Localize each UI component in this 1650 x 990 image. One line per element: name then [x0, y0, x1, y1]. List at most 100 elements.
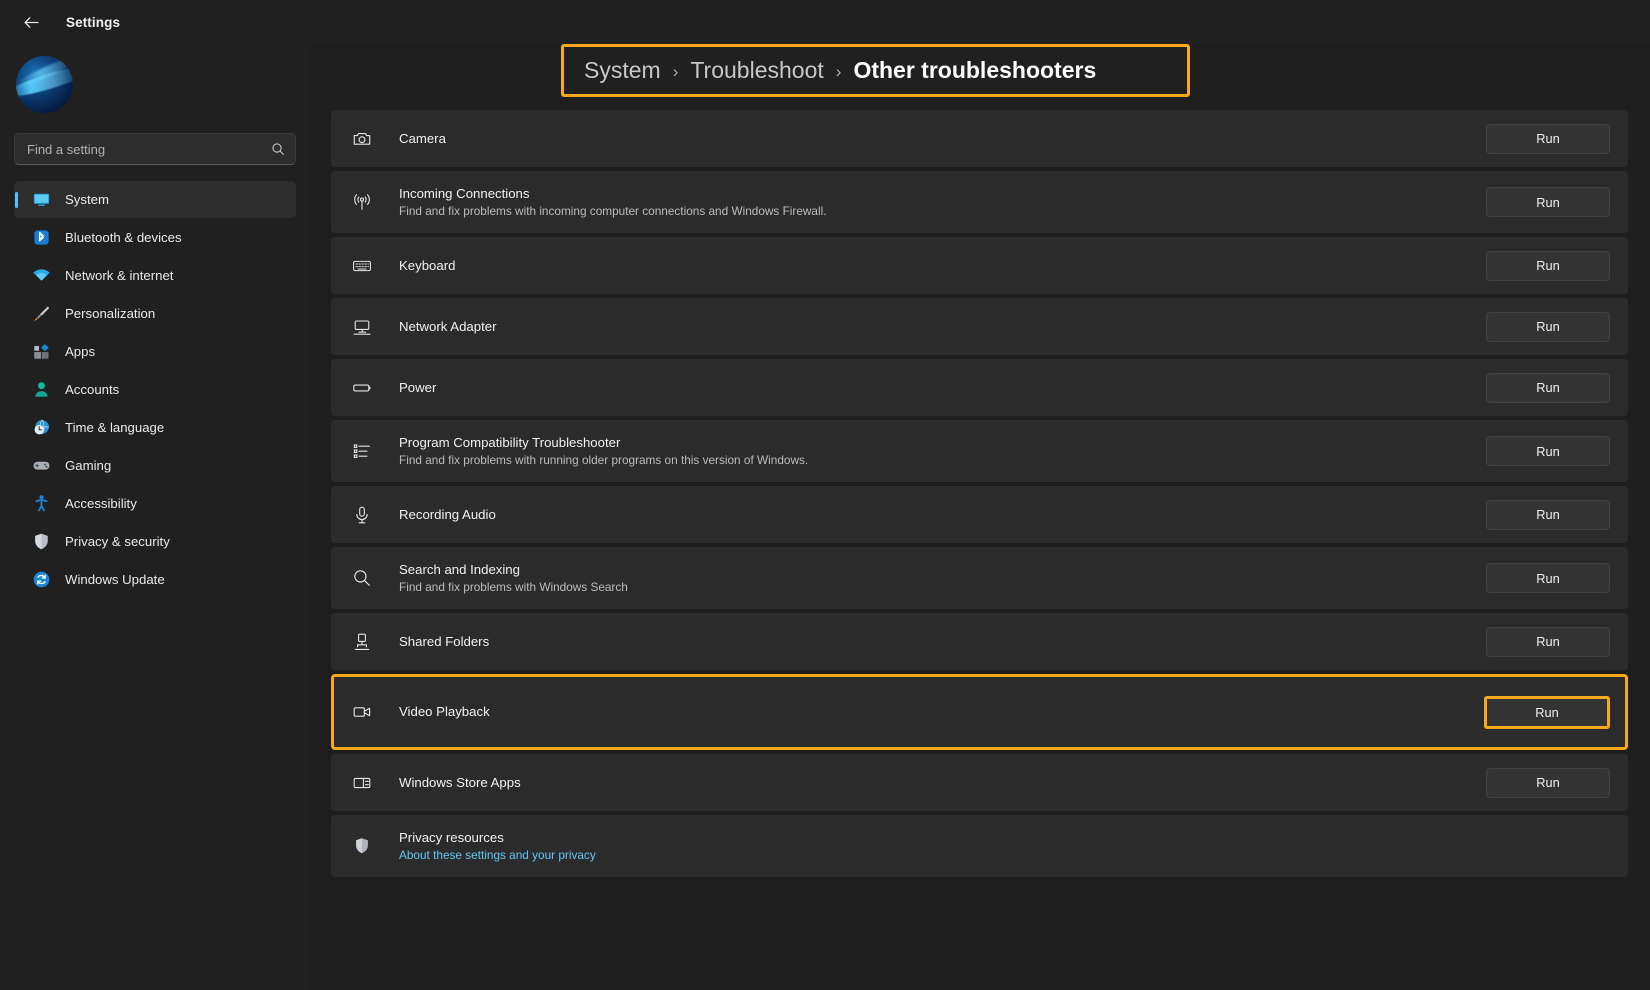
- accessibility-icon: [32, 494, 51, 513]
- sidebar-item-network-internet[interactable]: Network & internet: [14, 257, 296, 294]
- row-text: Network Adapter: [399, 319, 1486, 335]
- sidebar-item-label: Personalization: [65, 305, 156, 321]
- breadcrumb-system[interactable]: System: [584, 57, 661, 84]
- table-row[interactable]: Network Adapter Run: [331, 298, 1628, 355]
- run-button[interactable]: Run: [1486, 123, 1610, 154]
- gamepad-icon: [32, 456, 51, 475]
- battery-icon: [351, 377, 373, 399]
- refresh-icon: [32, 570, 51, 589]
- list-icon: [351, 440, 373, 462]
- microphone-icon: [351, 504, 373, 526]
- row-subtitle: Find and fix problems with incoming comp…: [399, 204, 827, 219]
- network-adapter-icon: [351, 316, 373, 338]
- row-title: Search and Indexing: [399, 561, 520, 577]
- table-row[interactable]: Search and Indexing Find and fix problem…: [331, 547, 1628, 609]
- row-subtitle: Find and fix problems with running older…: [399, 453, 809, 468]
- breadcrumb-troubleshoot[interactable]: Troubleshoot: [690, 57, 823, 84]
- sidebar-item-label: Accounts: [65, 381, 120, 397]
- table-row[interactable]: Windows Store Apps Run: [331, 754, 1628, 811]
- sidebar-item-windows-update[interactable]: Windows Update: [14, 561, 296, 598]
- sidebar-item-time-language[interactable]: Time & language: [14, 409, 296, 446]
- row-subtitle: Find and fix problems with Windows Searc…: [399, 580, 628, 595]
- troubleshooters-list: Camera Run Incoming Connections Find and…: [324, 110, 1642, 877]
- row-text: Recording Audio: [399, 507, 1486, 523]
- row-title: Video Playback: [399, 704, 490, 720]
- keyboard-icon: [351, 255, 373, 277]
- troubleshooters-scroll[interactable]: Camera Run Incoming Connections Find and…: [324, 110, 1650, 990]
- camera-icon: [351, 128, 373, 150]
- wifi-icon: [32, 266, 51, 285]
- row-title: Power: [399, 379, 437, 395]
- row-text: Incoming Connections Find and fix proble…: [399, 186, 1486, 219]
- run-button[interactable]: Run: [1486, 563, 1610, 593]
- store-app-icon: [351, 772, 373, 794]
- avatar[interactable]: [16, 56, 73, 113]
- row-title: Camera: [399, 130, 446, 146]
- paintbrush-icon: [32, 304, 51, 323]
- row-text: Search and Indexing Find and fix problem…: [399, 562, 1486, 595]
- sidebar-item-bluetooth-devices[interactable]: Bluetooth & devices: [14, 219, 296, 256]
- run-button[interactable]: Run: [1486, 187, 1610, 217]
- sidebar-item-privacy-security[interactable]: Privacy & security: [14, 523, 296, 560]
- sidebar-item-gaming[interactable]: Gaming: [14, 447, 296, 484]
- chevron-right-icon-2: ›: [835, 61, 842, 81]
- back-button[interactable]: [14, 7, 48, 37]
- table-row[interactable]: Incoming Connections Find and fix proble…: [331, 171, 1628, 233]
- sidebar-item-personalization[interactable]: Personalization: [14, 295, 296, 332]
- table-row[interactable]: Camera Run: [331, 110, 1628, 167]
- sidebar-item-label: Time & language: [65, 419, 165, 435]
- row-text: Privacy resources About these settings a…: [399, 830, 1486, 863]
- table-row[interactable]: Shared Folders Run: [331, 613, 1628, 670]
- table-row[interactable]: Program Compatibility Troubleshooter Fin…: [331, 420, 1628, 482]
- run-button[interactable]: Run: [1486, 436, 1610, 466]
- run-button[interactable]: Run: [1486, 372, 1610, 403]
- search-box[interactable]: [14, 133, 296, 165]
- run-button-highlighted[interactable]: Run: [1484, 695, 1610, 729]
- privacy-resources-row[interactable]: Privacy resources About these settings a…: [331, 815, 1628, 877]
- main-content: Camera Run Incoming Connections Find and…: [310, 44, 1650, 990]
- row-text: Camera: [399, 131, 1486, 147]
- sidebar-item-label: System: [65, 191, 109, 207]
- sidebar-item-accounts[interactable]: Accounts: [14, 371, 296, 408]
- row-title: Program Compatibility Troubleshooter: [399, 434, 621, 450]
- run-button[interactable]: Run: [1486, 626, 1610, 657]
- search-icon: [351, 567, 373, 589]
- sidebar-item-label: Privacy & security: [65, 533, 170, 549]
- person-icon: [32, 380, 51, 399]
- sidebar-nav: System Bluetooth & devices Network & int…: [14, 181, 296, 598]
- back-arrow-icon: [23, 16, 39, 28]
- broadcast-icon: [351, 191, 373, 213]
- table-row-highlighted[interactable]: Video Playback Run: [331, 674, 1628, 750]
- video-camera-icon: [351, 701, 373, 723]
- shield-icon: [351, 835, 373, 857]
- title-bar: Settings: [0, 0, 1650, 44]
- sidebar-item-label: Gaming: [65, 457, 112, 473]
- table-row[interactable]: Keyboard Run: [331, 237, 1628, 294]
- window-title: Settings: [66, 14, 121, 30]
- sidebar-item-label: Network & internet: [65, 267, 174, 283]
- search-input[interactable]: [27, 141, 271, 157]
- sidebar-item-label: Windows Update: [65, 571, 165, 587]
- row-text: Windows Store Apps: [399, 775, 1486, 791]
- run-button[interactable]: Run: [1486, 499, 1610, 530]
- privacy-link[interactable]: About these settings and your privacy: [399, 848, 1486, 862]
- table-row[interactable]: Recording Audio Run: [331, 486, 1628, 543]
- run-button[interactable]: Run: [1486, 250, 1610, 281]
- row-text: Video Playback: [399, 704, 1484, 720]
- table-row[interactable]: Power Run: [331, 359, 1628, 416]
- run-button[interactable]: Run: [1486, 767, 1610, 798]
- breadcrumb: System › Troubleshoot › Other troublesho…: [584, 57, 1096, 84]
- sidebar-item-label: Apps: [65, 343, 96, 359]
- sidebar-item-system[interactable]: System: [14, 181, 296, 218]
- row-text: Power: [399, 380, 1486, 396]
- row-title: Network Adapter: [399, 318, 497, 334]
- sidebar-item-label: Bluetooth & devices: [65, 229, 182, 245]
- row-text: Shared Folders: [399, 634, 1486, 650]
- sidebar-item-apps[interactable]: Apps: [14, 333, 296, 370]
- run-button[interactable]: Run: [1486, 311, 1610, 342]
- settings-window: Settings System › Troubleshoot › Other t…: [0, 0, 1650, 990]
- bluetooth-icon: [32, 228, 51, 247]
- search-icon: [271, 142, 285, 156]
- sidebar-item-accessibility[interactable]: Accessibility: [14, 485, 296, 522]
- row-text: Keyboard: [399, 258, 1486, 274]
